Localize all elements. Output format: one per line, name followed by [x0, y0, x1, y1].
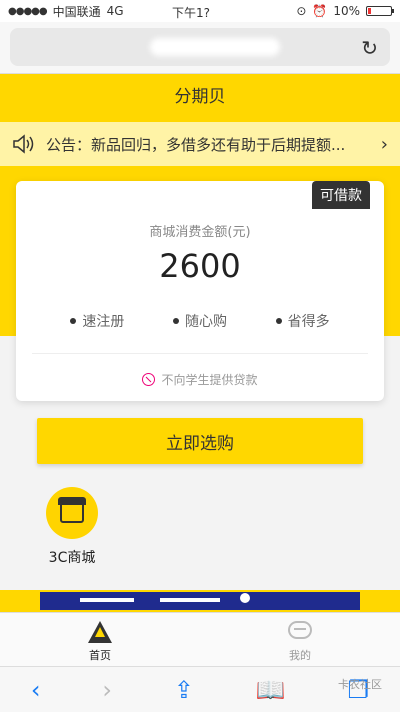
- blurred-url: [150, 38, 280, 56]
- notice-bar[interactable]: 公告：新品回归，多借多还有助于后期提额... ›: [0, 122, 400, 166]
- speaker-icon: [13, 134, 34, 154]
- tent-icon: [87, 619, 113, 645]
- browser-url-bar: ↻: [0, 22, 400, 74]
- loan-card: 可借款 商城消费金额(元) 2600 速注册 随心购 省得多 不向学生提供贷款: [16, 181, 384, 401]
- feature-list: 速注册 随心购 省得多: [16, 311, 384, 331]
- carrier-label: 中国联通: [52, 4, 101, 19]
- bullet-icon: [70, 318, 77, 324]
- amount-label: 商城消费金额(元): [149, 225, 251, 240]
- prohibited-icon: [142, 373, 156, 386]
- promo-banner[interactable]: [0, 590, 400, 612]
- share-icon[interactable]: ⇪: [174, 676, 194, 704]
- amount-value: 2600: [159, 247, 241, 285]
- feature-item: 省得多: [275, 311, 330, 331]
- status-badge: 可借款: [312, 181, 370, 209]
- bullet-icon: [275, 318, 282, 324]
- status-bar: ●●●●● 中国联通 4G 下午1? ⊙ ⏰ 10%: [0, 0, 400, 22]
- tab-home[interactable]: 首页: [70, 613, 130, 663]
- alarm-icon: ⏰: [312, 4, 328, 18]
- page-title: 分期贝: [174, 87, 226, 107]
- store-icon: [46, 487, 98, 539]
- tab-me[interactable]: 我的: [270, 613, 330, 663]
- chevron-right-icon[interactable]: ›: [381, 134, 388, 155]
- bullet-icon: [172, 318, 179, 324]
- chat-icon: [287, 619, 313, 645]
- tab-bar: 首页 我的: [0, 612, 400, 667]
- student-note: 不向学生提供贷款: [16, 371, 384, 388]
- reload-icon[interactable]: ↻: [361, 36, 378, 60]
- network-label: 4G: [106, 4, 124, 18]
- notice-text: 公告：新品回归，多借多还有助于后期提额...: [46, 135, 346, 154]
- shortcut-label: 3C商城: [48, 550, 96, 566]
- time-label: 下午1?: [172, 6, 211, 20]
- battery-icon: [366, 6, 394, 16]
- feature-item: 速注册: [70, 311, 124, 331]
- divider: [32, 353, 368, 354]
- buy-now-button[interactable]: 立即选购: [37, 418, 363, 464]
- watermark: 卡农社区: [338, 678, 382, 691]
- rotation-lock-icon: ⊙: [296, 4, 307, 18]
- battery-percent: 10%: [333, 4, 360, 18]
- back-icon[interactable]: ‹: [31, 676, 41, 704]
- feature-item: 随心购: [172, 311, 227, 331]
- address-field[interactable]: ↻: [10, 28, 390, 66]
- signal-icon: ●●●●●: [8, 5, 48, 17]
- shortcut-3c-mall[interactable]: 3C商城: [40, 487, 104, 567]
- bookmarks-icon[interactable]: 📖: [256, 676, 286, 704]
- forward-icon[interactable]: ›: [102, 676, 112, 704]
